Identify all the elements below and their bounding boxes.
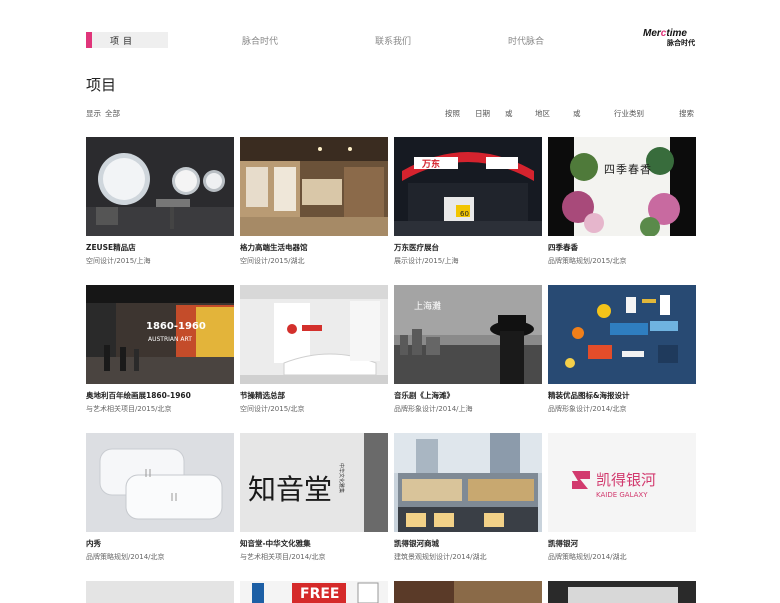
project-card[interactable]: 内秀 品牌策略规划/2014/北京 — [86, 433, 234, 561]
project-card[interactable]: 上海灘 音乐剧《上海滩》 品牌形象设计/2014/上海 — [394, 285, 542, 413]
project-card[interactable]: 格力高端生活电器馆 空间设计/2015/湖北 — [240, 137, 388, 265]
nav-active-indicator — [86, 32, 92, 48]
thumb-siji-title: 四季春香 — [604, 163, 652, 176]
filter-industry[interactable]: 行业类别 — [614, 108, 644, 119]
project-name: 音乐剧《上海滩》 — [394, 391, 454, 400]
project-meta: 展示设计/2015/上海 — [394, 257, 459, 265]
project-card[interactable]: 知音堂 中华文化雅集 知音堂-中华文化雅集 与艺术相关项目/2014/北京 — [240, 433, 388, 561]
project-name: 万东医疗展台 — [394, 243, 439, 252]
project-meta: 品牌形象设计/2014/上海 — [394, 405, 473, 413]
project-meta: 品牌策略规划/2015/北京 — [548, 257, 627, 265]
project-meta: 品牌策略规划/2014/北京 — [86, 553, 165, 561]
filter-by-label: 按照 — [445, 109, 460, 118]
thumb-austria-art: AUSTRIAN ART — [148, 336, 192, 343]
project-card[interactable]: ZEUSE精品店 空间设计/2015/上海 — [86, 137, 234, 265]
filter-or-2: 或 — [573, 109, 581, 118]
nav-item-projects-label: 项目 — [110, 37, 137, 47]
project-card[interactable]: 1860-1960 AUSTRIAN ART 奥地利百年绘画展1860-1960… — [86, 285, 234, 413]
project-meta: 建筑景观规划设计/2014/湖北 — [394, 553, 487, 561]
project-name: 奥地利百年绘画展1860-1960 — [86, 391, 191, 400]
project-name: 格力高端生活电器馆 — [240, 243, 308, 252]
filter-show-label: 显示 — [86, 109, 101, 118]
filter-show-all[interactable]: 全部 — [105, 108, 120, 119]
project-name: 四季春香 — [548, 243, 578, 252]
project-meta: 与艺术相关项目/2015/北京 — [86, 405, 172, 413]
thumb-zhiyintang-subtitle: 中华文化雅集 — [338, 463, 345, 493]
logo-wordmark: Merctime — [643, 28, 687, 39]
project-card[interactable]: 凯得银河 KAIDE GALAXY 凯得银河 品牌策略规划/2014/湖北 — [548, 433, 696, 561]
project-card-partial[interactable]: FREE — [240, 581, 388, 603]
project-thumbnail-jingzhuang — [548, 285, 696, 384]
project-card[interactable]: 四季春香 四季春香 品牌策略规划/2015/北京 — [548, 137, 696, 265]
project-card-partial[interactable] — [394, 581, 542, 603]
thumb-austria-years: 1860-1960 — [146, 321, 206, 332]
project-name: 凯得银河商城 — [394, 539, 439, 548]
page-title: 项目 — [86, 76, 117, 94]
project-name: 精装优品图标&海报设计 — [548, 391, 630, 400]
project-thumbnail-jiecao — [240, 285, 388, 384]
project-name: 内秀 — [86, 539, 101, 548]
project-card-partial[interactable] — [548, 581, 696, 603]
project-meta: 空间设计/2015/湖北 — [240, 257, 305, 265]
project-thumbnail-partial-1 — [86, 581, 234, 603]
project-card[interactable]: 节操精选总部 空间设计/2015/北京 — [240, 285, 388, 413]
project-thumbnail-zhiyintang: 知音堂 中华文化雅集 — [240, 433, 388, 532]
project-thumbnail-zeuse — [86, 137, 234, 236]
project-card-partial[interactable] — [86, 581, 234, 603]
thumb-shanghaitan-title: 上海灘 — [414, 300, 441, 312]
nav-item-about[interactable]: 脉合时代 — [242, 34, 278, 47]
filter-search[interactable]: 搜索 — [679, 108, 694, 119]
project-thumbnail-neixiu — [86, 433, 234, 532]
project-name: 凯得银河 — [548, 539, 578, 548]
project-thumbnail-kaide-mall — [394, 433, 542, 532]
project-thumbnail-gree — [240, 137, 388, 236]
project-name: 节操精选总部 — [240, 391, 285, 400]
project-thumbnail-kaide: 凯得银河 KAIDE GALAXY — [548, 433, 696, 532]
project-meta: 与艺术相关项目/2014/北京 — [240, 553, 326, 561]
project-thumbnail-wandong: 60 万东 — [394, 137, 542, 236]
project-name: ZEUSE精品店 — [86, 243, 136, 252]
filter-or-1: 或 — [505, 109, 513, 118]
filter-date[interactable]: 日期 — [475, 108, 490, 119]
project-card[interactable]: 精装优品图标&海报设计 品牌形象设计/2014/北京 — [548, 285, 696, 413]
thumb-zhiyintang-title: 知音堂 — [248, 473, 332, 506]
project-thumbnail-shanghaitan: 上海灘 — [394, 285, 542, 384]
project-thumbnail-partial-4 — [548, 581, 696, 603]
project-meta: 品牌策略规划/2014/湖北 — [548, 553, 627, 561]
filter-region[interactable]: 地区 — [535, 108, 550, 119]
project-meta: 品牌形象设计/2014/北京 — [548, 405, 627, 413]
project-thumbnail-partial-3 — [394, 581, 542, 603]
top-nav: 项目 脉合时代 联系我们 时代脉合 — [86, 32, 696, 48]
project-card[interactable]: 60 万东 万东医疗展台 展示设计/2015/上海 — [394, 137, 542, 265]
logo-subtitle: 脉合时代 — [667, 39, 695, 47]
thumb-free: FREE — [300, 586, 339, 602]
project-thumbnail-austria: 1860-1960 AUSTRIAN ART — [86, 285, 234, 384]
nav-item-contact[interactable]: 联系我们 — [375, 34, 411, 47]
project-thumbnail-sijichunxiang: 四季春香 — [548, 137, 696, 236]
thumb-kaide-cn: 凯得银河 — [596, 471, 656, 489]
project-card[interactable]: 凯得银河商城 建筑景观规划设计/2014/湖北 — [394, 433, 542, 561]
project-meta: 空间设计/2015/北京 — [240, 405, 305, 413]
thumb-wandong-brand: 万东 — [421, 158, 440, 170]
project-name: 知音堂-中华文化雅集 — [240, 539, 311, 548]
thumb-kaide-en: KAIDE GALAXY — [596, 491, 648, 499]
brand-logo[interactable]: Merctime 脉合时代 — [643, 29, 695, 49]
project-thumbnail-partial-2: FREE — [240, 581, 388, 603]
thumb-wandong-60: 60 — [460, 210, 469, 218]
project-meta: 空间设计/2015/上海 — [86, 257, 151, 265]
nav-item-times[interactable]: 时代脉合 — [508, 34, 544, 47]
nav-item-projects[interactable]: 项目 — [86, 32, 168, 48]
